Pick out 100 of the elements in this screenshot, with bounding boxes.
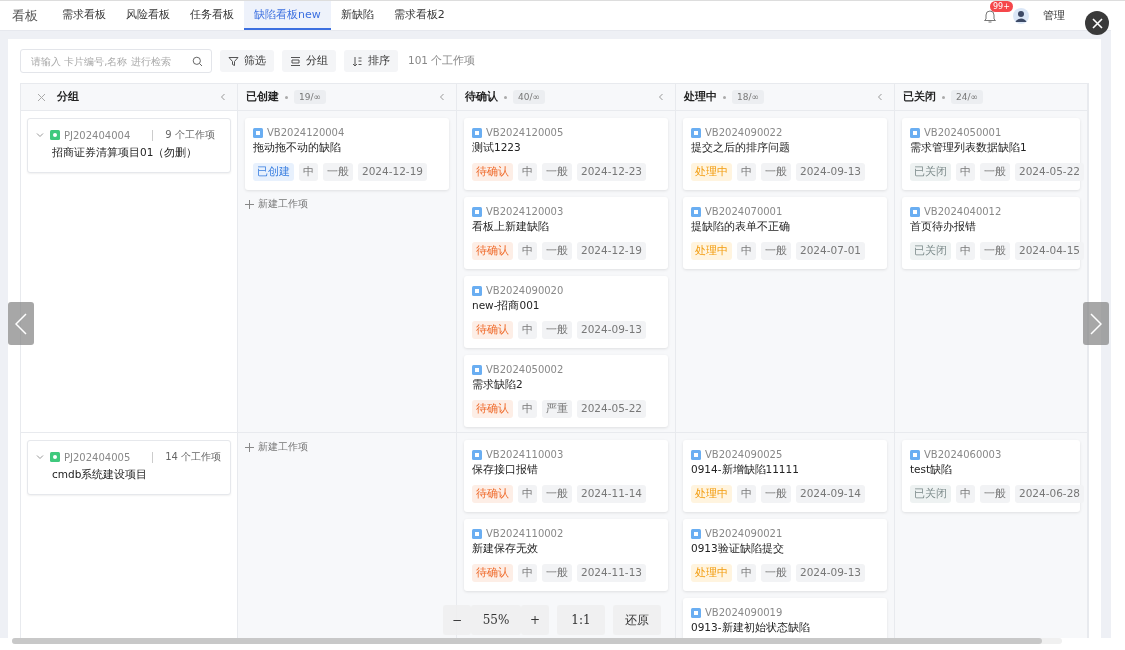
user-name[interactable]: 管理 bbox=[1043, 8, 1065, 23]
priority-tag: 中 bbox=[518, 242, 537, 260]
work-item-card[interactable]: VB2024090020 new-招商001 待确认 中 一般 2024-09-13 bbox=[464, 276, 668, 348]
work-item-card[interactable]: VB2024070001 提缺陷的表单不正确 处理中 中 一般 2024-07-01 bbox=[683, 197, 887, 269]
status-tag: 处理中 bbox=[691, 485, 732, 503]
column-count: 40/∞ bbox=[513, 90, 545, 104]
item-id: VB2024040012 bbox=[924, 206, 1002, 217]
work-item-card[interactable]: VB2024090021 0913验证缺陷提交 处理中 中 一般 2024-09-13 bbox=[683, 519, 887, 591]
plus-icon bbox=[245, 199, 254, 209]
severity-tag: 一般 bbox=[542, 242, 572, 260]
status-tag: 待确认 bbox=[472, 564, 513, 582]
close-icon[interactable] bbox=[37, 92, 46, 102]
work-item-card[interactable]: VB2024090019 0913-新建初始状态缺陷 bbox=[683, 598, 887, 638]
bell-icon[interactable] bbox=[983, 7, 997, 24]
work-item-card[interactable]: VB2024120003 看板上新建缺陷 待确认 中 一般 2024-12-19 bbox=[464, 197, 668, 269]
item-title: 0913-新建初始状态缺陷 bbox=[691, 621, 811, 635]
add-item-button[interactable]: 新建工作项 bbox=[245, 440, 308, 454]
collapse-icon[interactable] bbox=[876, 93, 884, 101]
chevron-down-icon[interactable] bbox=[36, 131, 44, 139]
sort-button[interactable]: 排序 bbox=[344, 50, 398, 72]
project-icon bbox=[50, 452, 60, 462]
severity-tag: 一般 bbox=[980, 485, 1010, 503]
priority-tag: 中 bbox=[956, 485, 975, 503]
board-tab[interactable]: 任务看板 bbox=[180, 1, 244, 30]
item-id: VB2024090020 bbox=[486, 285, 564, 296]
severity-tag: 一般 bbox=[980, 242, 1010, 260]
add-item-button[interactable]: 新建工作项 bbox=[245, 197, 308, 211]
date-tag: 2024-07-01 bbox=[796, 242, 866, 260]
item-title: 提缺陷的表单不正确 bbox=[691, 220, 791, 234]
scrollbar[interactable] bbox=[12, 638, 1062, 644]
chevron-right-icon bbox=[1090, 312, 1102, 335]
item-title: 需求管理列表数据缺陷1 bbox=[910, 141, 1028, 155]
board-title: 看板 bbox=[12, 6, 38, 25]
actual-size-button[interactable]: 1:1 bbox=[557, 605, 605, 635]
board-tab[interactable]: 缺陷看板new bbox=[244, 1, 331, 30]
group-button[interactable]: 分组 bbox=[282, 50, 336, 72]
board-tab[interactable]: 需求看板2 bbox=[383, 1, 455, 30]
zoom-in-button[interactable]: + bbox=[521, 605, 549, 635]
project-name: 招商证券清算项目01（勿删） bbox=[51, 146, 199, 160]
severity-tag: 一般 bbox=[542, 485, 572, 503]
item-id: VB2024060003 bbox=[924, 449, 1002, 460]
date-tag: 2024-11-13 bbox=[577, 564, 647, 582]
document-icon bbox=[691, 528, 701, 539]
date-tag: 2024-06-28 bbox=[1015, 485, 1085, 503]
status-tag: 处理中 bbox=[691, 163, 732, 181]
date-tag: 2024-09-13 bbox=[577, 321, 647, 339]
group-icon bbox=[290, 55, 301, 67]
item-title: 需求缺陷2 bbox=[472, 378, 524, 392]
document-icon bbox=[691, 449, 701, 460]
group-card[interactable]: PJ202404004 9 个工作项 招商证券清算项目01（勿删） bbox=[27, 118, 231, 173]
zoom-out-button[interactable]: − bbox=[443, 605, 471, 635]
work-item-card[interactable]: VB2024110003 保存接口报错 待确认 中 一般 2024-11-14 bbox=[464, 440, 668, 512]
item-title: 0914-新增缺陷11111 bbox=[691, 463, 800, 477]
severity-tag: 一般 bbox=[323, 163, 353, 181]
collapse-icon[interactable] bbox=[657, 93, 665, 101]
document-icon bbox=[472, 285, 482, 296]
date-tag: 2024-12-19 bbox=[358, 163, 428, 181]
date-tag: 2024-05-22 bbox=[1015, 163, 1085, 181]
work-item-card[interactable]: VB2024090022 提交之后的排序问题 处理中 中 一般 2024-09-13 bbox=[683, 118, 887, 190]
priority-tag: 中 bbox=[518, 163, 537, 181]
chevron-down-icon[interactable] bbox=[36, 453, 44, 461]
status-tag: 处理中 bbox=[691, 564, 732, 582]
work-item-card[interactable]: VB2024050002 需求缺陷2 待确认 中 严重 2024-05-22 bbox=[464, 355, 668, 427]
previous-button[interactable] bbox=[8, 302, 34, 345]
work-item-card[interactable]: VB2024120004 拖动拖不动的缺陷 已创建 中 一般 2024-12-19 bbox=[245, 118, 449, 190]
date-tag: 2024-04-15 bbox=[1015, 242, 1085, 260]
item-title: new-招商001 bbox=[472, 299, 541, 313]
board-tab[interactable]: 风险看板 bbox=[116, 1, 180, 30]
board-tab[interactable]: 需求看板 bbox=[52, 1, 116, 30]
item-title: 看板上新建缺陷 bbox=[472, 220, 550, 234]
search-field[interactable]: 请输入 卡片编号,名称 进行检索 bbox=[20, 49, 212, 73]
collapse-icon[interactable] bbox=[219, 93, 227, 101]
severity-tag: 一般 bbox=[980, 163, 1010, 181]
column-title: 已关闭 bbox=[903, 90, 936, 104]
priority-tag: 中 bbox=[518, 321, 537, 339]
item-title: 拖动拖不动的缺陷 bbox=[253, 141, 342, 155]
board-tab[interactable]: 新缺陷 bbox=[330, 1, 384, 30]
group-card[interactable]: PJ202404005 14 个工作项 cmdb系统建设项目 bbox=[27, 440, 231, 495]
work-item-card[interactable]: VB2024110002 新建保存无效 待确认 中 一般 2024-11-13 bbox=[464, 519, 668, 591]
document-icon bbox=[691, 206, 701, 217]
project-id: PJ202404005 bbox=[64, 451, 131, 463]
work-item-card[interactable]: VB2024090025 0914-新增缺陷11111 处理中 中 一般 2024-09-14 bbox=[683, 440, 887, 512]
collapse-icon[interactable] bbox=[438, 93, 446, 101]
item-count: 101 个工作项 bbox=[408, 54, 476, 68]
avatar-icon[interactable] bbox=[1013, 7, 1029, 24]
column-count: 19/∞ bbox=[294, 90, 326, 104]
severity-tag: 一般 bbox=[761, 163, 791, 181]
item-id: VB2024120003 bbox=[486, 206, 564, 217]
group-count: 14 个工作项 bbox=[165, 450, 222, 464]
document-icon bbox=[472, 449, 482, 460]
reset-button[interactable]: 还原 bbox=[613, 605, 661, 635]
priority-tag: 中 bbox=[737, 564, 756, 582]
next-button[interactable] bbox=[1083, 302, 1109, 345]
work-item-card[interactable]: VB2024120005 测试1223 待确认 中 一般 2024-12-23 bbox=[464, 118, 668, 190]
priority-tag: 中 bbox=[737, 163, 756, 181]
date-tag: 2024-12-19 bbox=[577, 242, 647, 260]
severity-tag: 一般 bbox=[761, 242, 791, 260]
filter-button[interactable]: 筛选 bbox=[220, 50, 274, 72]
project-name: cmdb系统建设项目 bbox=[51, 468, 149, 482]
chevron-left-icon bbox=[15, 312, 27, 335]
